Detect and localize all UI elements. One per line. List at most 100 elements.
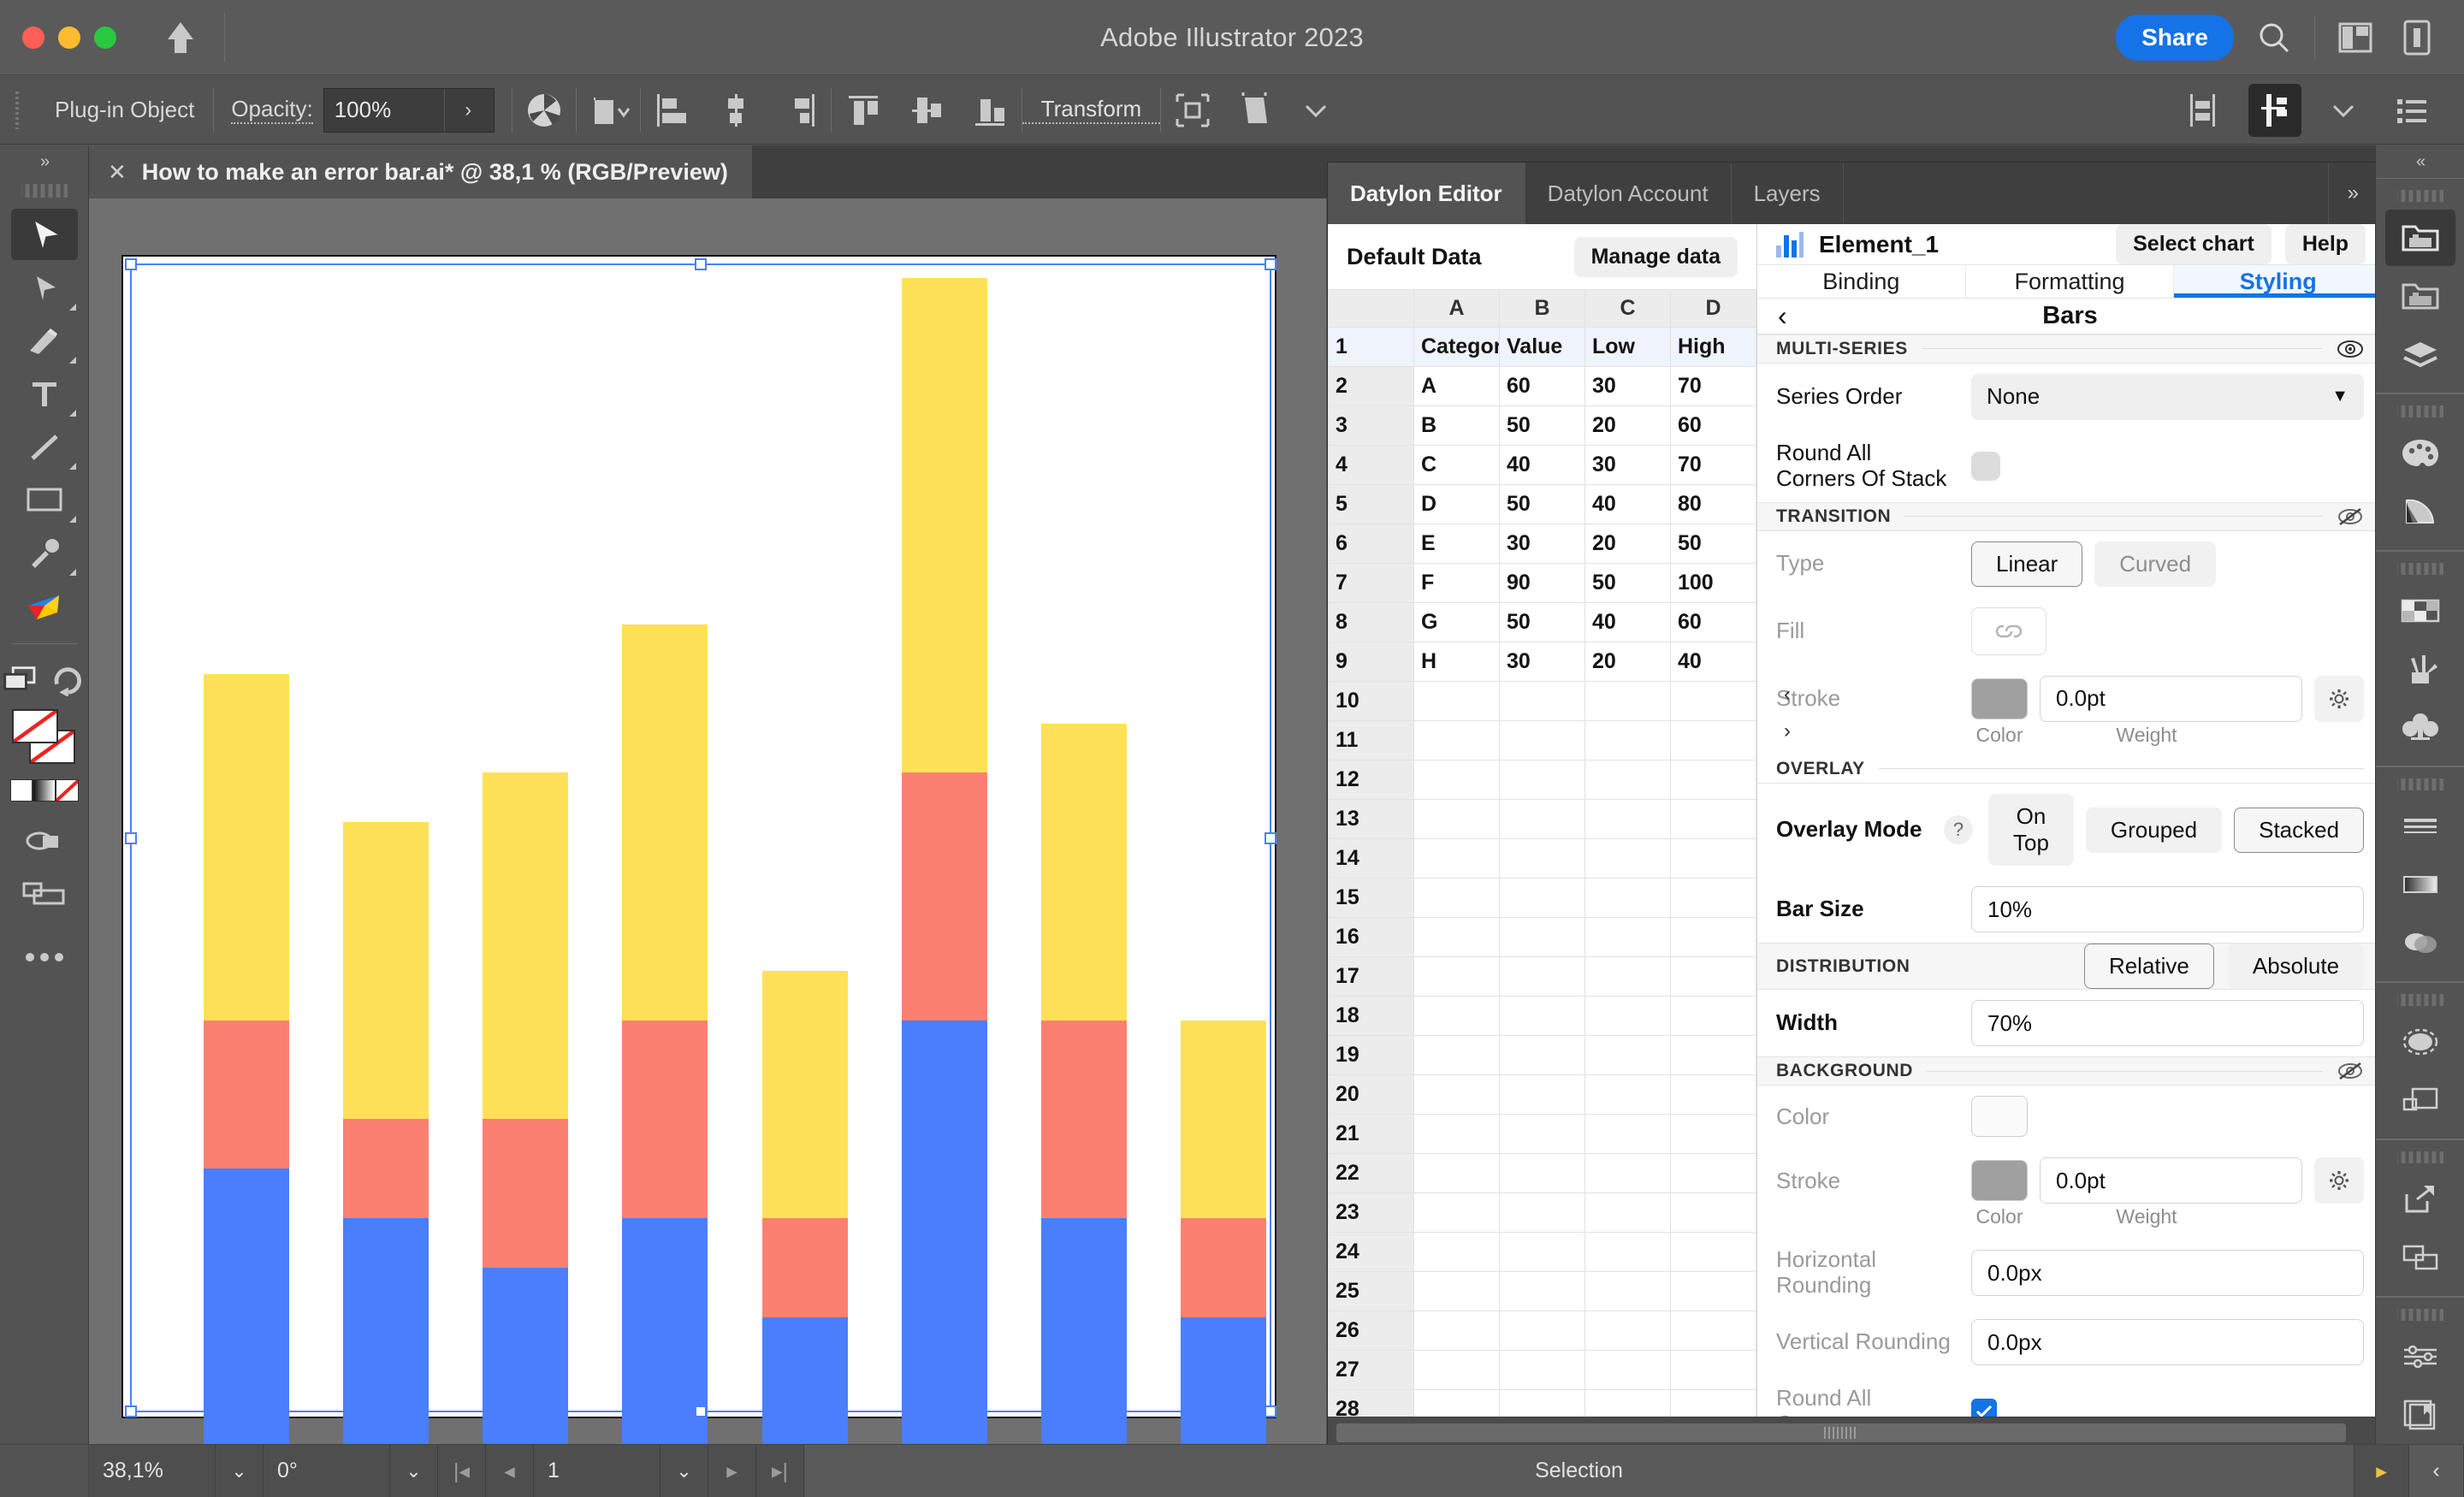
cell[interactable] <box>1585 918 1671 957</box>
close-window-button[interactable] <box>22 27 44 49</box>
horizontal-rounding-field[interactable]: 0.0px <box>1971 1250 2364 1296</box>
question-mark-icon[interactable]: ? <box>1944 815 1973 844</box>
chevron-down-icon[interactable] <box>1293 84 1339 137</box>
cell[interactable] <box>1671 800 1756 839</box>
cell[interactable] <box>1500 839 1585 879</box>
cell[interactable] <box>1500 721 1585 760</box>
distribution-relative-button[interactable]: Relative <box>2084 944 2214 989</box>
cell[interactable] <box>1671 1351 1756 1390</box>
transition-stroke-color-swatch[interactable] <box>1971 678 2028 719</box>
row-number[interactable]: 7 <box>1329 564 1414 603</box>
cell[interactable] <box>1671 839 1756 879</box>
bar-segment[interactable] <box>1041 1218 1127 1444</box>
row-number[interactable]: 8 <box>1329 603 1414 642</box>
column-header-b[interactable]: B <box>1500 290 1585 328</box>
zoom-level-field[interactable]: 38,1% <box>89 1445 216 1497</box>
status-text[interactable]: Selection <box>804 1445 2354 1497</box>
minimize-window-button[interactable] <box>58 27 80 49</box>
table-row[interactable]: 8G504060 <box>1329 603 1756 642</box>
round-all-corners-of-stack-toggle[interactable] <box>1971 452 2000 481</box>
transition-type-linear-button[interactable]: Linear <box>1971 541 2082 587</box>
cell[interactable]: 40 <box>1671 642 1756 682</box>
bar-segment[interactable] <box>204 1021 289 1169</box>
table-row[interactable]: 23 <box>1329 1193 1756 1233</box>
cell[interactable] <box>1414 1115 1500 1154</box>
cell[interactable] <box>1671 918 1756 957</box>
cell[interactable] <box>1500 1193 1585 1233</box>
brushes-icon[interactable] <box>2385 641 2455 697</box>
tab-formatting[interactable]: Formatting <box>1966 265 2175 298</box>
width-field[interactable]: 70% <box>1971 1000 2364 1046</box>
table-row[interactable]: 9H302040 <box>1329 642 1756 682</box>
cell[interactable]: E <box>1414 524 1500 564</box>
list-view-icon[interactable] <box>2385 84 2438 137</box>
fill-swatch[interactable] <box>12 709 58 743</box>
row-number[interactable]: 26 <box>1329 1311 1414 1351</box>
table-row[interactable]: 24 <box>1329 1233 1756 1272</box>
search-icon[interactable] <box>2253 16 2295 59</box>
table-row[interactable]: 19 <box>1329 1036 1756 1075</box>
bar-segment[interactable] <box>483 772 568 1119</box>
collapse-icon[interactable]: ‹ <box>2409 1445 2464 1497</box>
table-row[interactable]: 27 <box>1329 1351 1756 1390</box>
table-row[interactable]: 25 <box>1329 1272 1756 1311</box>
gradient-mesh-tool[interactable] <box>11 580 78 631</box>
row-number[interactable]: 21 <box>1329 1115 1414 1154</box>
row-number[interactable]: 18 <box>1329 997 1414 1036</box>
table-row[interactable]: 2A603070 <box>1329 367 1756 406</box>
play-icon[interactable]: ▸ <box>2354 1445 2409 1497</box>
cell[interactable]: Category <box>1414 328 1500 367</box>
tab-styling[interactable]: Styling <box>2174 265 2383 298</box>
cell[interactable] <box>1500 957 1585 997</box>
cell[interactable] <box>1671 997 1756 1036</box>
cell[interactable]: 30 <box>1585 367 1671 406</box>
row-number[interactable]: 3 <box>1329 406 1414 446</box>
select-chart-button[interactable]: Select chart <box>2116 224 2272 264</box>
overlay-on-top-button[interactable]: On Top <box>1988 794 2074 866</box>
table-row[interactable]: 6E302050 <box>1329 524 1756 564</box>
cell[interactable]: 60 <box>1671 603 1756 642</box>
cell[interactable]: F <box>1414 564 1500 603</box>
table-row[interactable]: 22 <box>1329 1154 1756 1193</box>
rail-grip[interactable] <box>2397 187 2443 204</box>
cell[interactable] <box>1414 682 1500 721</box>
table-row[interactable]: 15 <box>1329 879 1756 918</box>
selection-tool[interactable] <box>11 209 78 260</box>
column-header-a[interactable]: A <box>1414 290 1500 328</box>
cell[interactable]: C <box>1414 446 1500 485</box>
opacity-label[interactable]: Opacity: <box>231 96 312 124</box>
eye-visible-icon[interactable] <box>2337 339 2364 359</box>
direct-selection-tool[interactable] <box>11 262 78 313</box>
bar-segment[interactable] <box>343 1218 429 1444</box>
cell[interactable] <box>1671 682 1756 721</box>
device-preview-icon[interactable] <box>2396 16 2438 59</box>
opacity-expand-icon[interactable]: › <box>444 89 492 132</box>
rail-grip[interactable] <box>2397 991 2443 1009</box>
cell[interactable] <box>1671 1115 1756 1154</box>
close-icon[interactable]: ✕ <box>108 159 127 186</box>
cell[interactable] <box>1500 1272 1585 1311</box>
row-number[interactable]: 17 <box>1329 957 1414 997</box>
more-tools-icon[interactable] <box>11 932 78 983</box>
tab-datylon-account[interactable]: Datylon Account <box>1525 163 1732 224</box>
document-info-icon[interactable] <box>2385 1387 2455 1443</box>
bar-segment[interactable] <box>622 624 708 1021</box>
share-button[interactable]: Share <box>2116 15 2234 61</box>
cell[interactable] <box>1671 879 1756 918</box>
align-center-vertical-icon[interactable] <box>900 84 953 137</box>
next-artboard-icon[interactable]: ▸ <box>708 1445 756 1497</box>
document-tab[interactable]: ✕ How to make an error bar.ai* @ 38,1 % … <box>89 145 752 198</box>
previous-artboard-icon[interactable]: ◂ <box>486 1445 534 1497</box>
cell[interactable] <box>1585 1075 1671 1115</box>
collapse-right-icon[interactable]: › <box>1784 713 1803 749</box>
cell[interactable] <box>1414 839 1500 879</box>
bar-segment[interactable] <box>1041 724 1127 1021</box>
row-number[interactable]: 14 <box>1329 839 1414 879</box>
table-row[interactable]: 26 <box>1329 1311 1756 1351</box>
chevron-left-icon[interactable]: ‹ <box>1778 300 1787 332</box>
cell[interactable] <box>1500 682 1585 721</box>
cell[interactable] <box>1414 1272 1500 1311</box>
cell[interactable] <box>1414 800 1500 839</box>
opacity-input[interactable] <box>324 97 444 123</box>
bar-segment[interactable] <box>902 278 987 772</box>
